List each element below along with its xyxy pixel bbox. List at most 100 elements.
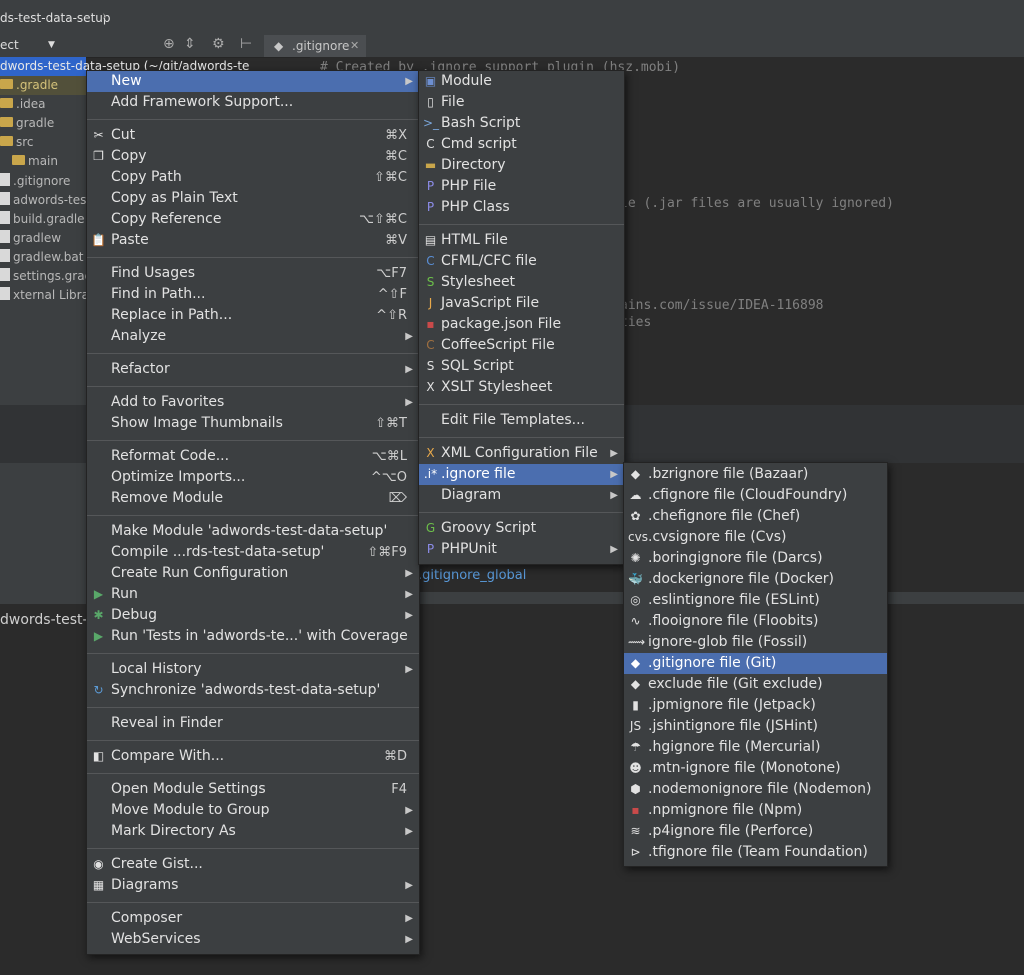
new-item-phpunit[interactable]: P PHPUnit ▶ [419, 539, 624, 560]
ignore-item-eslintignore-file-eslint[interactable]: ◎ .eslintignore file (ESLint) [624, 590, 887, 611]
ignore-item-chefignore-file-chef[interactable]: ✿ .chefignore file (Chef) [624, 506, 887, 527]
ignore-item-dockerignore-file-docker[interactable]: 🐳 .dockerignore file (Docker) [624, 569, 887, 590]
menu-item-copy-path[interactable]: Copy Path ⇧⌘C [87, 167, 419, 188]
menu-item-new[interactable]: New ▶ [87, 71, 419, 92]
new-item-directory[interactable]: ▬ Directory [419, 155, 624, 176]
menu-item-reformat-code[interactable]: Reformat Code... ⌥⌘L [87, 446, 419, 467]
menu-item-remove-module[interactable]: Remove Module ⌦ [87, 488, 419, 509]
ignore-item-hgignore-file-mercurial[interactable]: ☂ .hgignore file (Mercurial) [624, 737, 887, 758]
ignore-item-cvsignore-file-cvs[interactable]: cvs .cvsignore file (Cvs) [624, 527, 887, 548]
tree-item[interactable]: src [0, 133, 34, 152]
ignore-item-p4ignore-file-perforce[interactable]: ≋ .p4ignore file (Perforce) [624, 821, 887, 842]
tree-item[interactable]: adwords-test [0, 191, 91, 210]
tree-item[interactable]: .idea [0, 95, 46, 114]
menu-item-find-usages[interactable]: Find Usages ⌥F7 [87, 263, 419, 284]
menu-item-copy-as-plain-text[interactable]: Copy as Plain Text [87, 188, 419, 209]
menu-item-debug[interactable]: ✱ Debug ▶ [87, 605, 419, 626]
tree-item[interactable]: gradlew [0, 229, 61, 248]
tree-item[interactable]: .gitignore [0, 172, 70, 191]
ignore-item-ignore-glob-file-fossil[interactable]: ⟿ ignore-glob file (Fossil) [624, 632, 887, 653]
menu-item-reveal-in-finder[interactable]: Reveal in Finder [87, 713, 419, 734]
menu-item-synchronize-adwords-test-data-setup[interactable]: ↻ Synchronize 'adwords-test-data-setup' [87, 680, 419, 701]
tree-item[interactable]: gradle [0, 114, 54, 133]
ignore-item-flooignore-file-floobits[interactable]: ∿ .flooignore file (Floobits) [624, 611, 887, 632]
menu-item-add-framework-support[interactable]: Add Framework Support... [87, 92, 419, 113]
new-item-coffeescript-file[interactable]: C CoffeeScript File [419, 335, 624, 356]
status-link[interactable]: .gitignore_global [418, 566, 526, 586]
new-item-file[interactable]: ▯ File [419, 92, 624, 113]
new-item-groovy-script[interactable]: G Groovy Script [419, 518, 624, 539]
new-item-xml-configuration-file[interactable]: X XML Configuration File ▶ [419, 443, 624, 464]
ignore-item-boringignore-file-darcs[interactable]: ✺ .boringignore file (Darcs) [624, 548, 887, 569]
ignore-item-jshintignore-file-jshint[interactable]: JS .jshintignore file (JSHint) [624, 716, 887, 737]
menu-item-refactor[interactable]: Refactor ▶ [87, 359, 419, 380]
new-item-sql-script[interactable]: S SQL Script [419, 356, 624, 377]
project-view-selector[interactable]: ect ▼ [0, 35, 62, 55]
ignore-item-npmignore-file-npm[interactable]: ▪ .npmignore file (Npm) [624, 800, 887, 821]
gear-icon[interactable]: ⚙ [212, 36, 225, 52]
menu-item-compare-with[interactable]: ◧ Compare With... ⌘D [87, 746, 419, 767]
tree-item[interactable]: settings.grad [0, 267, 92, 286]
menu-item-add-to-favorites[interactable]: Add to Favorites ▶ [87, 392, 419, 413]
menu-item-paste[interactable]: 📋 Paste ⌘V [87, 230, 419, 251]
new-item-bash-script[interactable]: >_ Bash Script [419, 113, 624, 134]
target-icon[interactable]: ⊕ [163, 36, 175, 52]
menu-item-local-history[interactable]: Local History ▶ [87, 659, 419, 680]
breadcrumb[interactable]: ds-test-data-setup [0, 11, 111, 25]
menu-item-create-run-configuration[interactable]: Create Run Configuration ▶ [87, 563, 419, 584]
new-item-html-file[interactable]: ▤ HTML File [419, 230, 624, 251]
ignore-item-nodemonignore-file-nodemon[interactable]: ⬢ .nodemonignore file (Nodemon) [624, 779, 887, 800]
menu-item-find-in-path[interactable]: Find in Path... ^⇧F [87, 284, 419, 305]
tab-gitignore[interactable]: ◆ .gitignore ✕ [264, 35, 366, 57]
menu-item-run[interactable]: ▶ Run ▶ [87, 584, 419, 605]
menu-item-copy-reference[interactable]: Copy Reference ⌥⇧⌘C [87, 209, 419, 230]
pin-icon[interactable]: ⊢ [240, 36, 252, 52]
ignore-item-mtn-ignore-file-monotone[interactable]: ☻ .mtn-ignore file (Monotone) [624, 758, 887, 779]
new-item-php-class[interactable]: P PHP Class [419, 197, 624, 218]
ignore-item-gitignore-file-git[interactable]: ◆ .gitignore file (Git) [624, 653, 887, 674]
new-item-cfml-cfc-file[interactable]: C CFML/CFC file [419, 251, 624, 272]
tree-item[interactable]: .gradle [0, 76, 86, 95]
new-item-package-json-file[interactable]: ▪ package.json File [419, 314, 624, 335]
menu-item-run-tests-in-adwords-te-with-coverage[interactable]: ▶ Run 'Tests in 'adwords-te...' with Cove… [87, 626, 419, 647]
ignore-item-bzrignore-file-bazaar[interactable]: ◆ .bzrignore file (Bazaar) [624, 464, 887, 485]
menu-item-diagrams[interactable]: ▦ Diagrams ▶ [87, 875, 419, 896]
menu-item-open-module-settings[interactable]: Open Module Settings F4 [87, 779, 419, 800]
menu-item-replace-in-path[interactable]: Replace in Path... ^⇧R [87, 305, 419, 326]
tree-item[interactable]: build.gradle [0, 210, 85, 229]
menu-item-move-module-to-group[interactable]: Move Module to Group ▶ [87, 800, 419, 821]
new-item-php-file[interactable]: P PHP File [419, 176, 624, 197]
tree-item[interactable]: main [12, 152, 58, 171]
menu-item-cut[interactable]: ✂ Cut ⌘X [87, 125, 419, 146]
project-view-label: ect [0, 38, 19, 52]
ignore-item-jpmignore-file-jetpack[interactable]: ▮ .jpmignore file (Jetpack) [624, 695, 887, 716]
ignore-item-tfignore-file-team-foundation[interactable]: ⊳ .tfignore file (Team Foundation) [624, 842, 887, 863]
new-item-ignore-file[interactable]: .i* .ignore file ▶ [419, 464, 624, 485]
new-item-diagram[interactable]: Diagram ▶ [419, 485, 624, 506]
menu-item-composer[interactable]: Composer ▶ [87, 908, 419, 929]
menu-item-make-module-adwords-test-data-setup[interactable]: Make Module 'adwords-test-data-setup' [87, 521, 419, 542]
menu-item-label: Debug [111, 607, 158, 623]
menu-item-label: Create Gist... [111, 856, 203, 872]
new-item-module[interactable]: ▣ Module [419, 71, 624, 92]
close-icon[interactable]: ✕ [350, 35, 359, 57]
menu-item-label: Bash Script [441, 115, 521, 131]
menu-item-mark-directory-as[interactable]: Mark Directory As ▶ [87, 821, 419, 842]
new-item-cmd-script[interactable]: C Cmd script [419, 134, 624, 155]
ignore-item-cfignore-file-cloudfoundry[interactable]: ☁ .cfignore file (CloudFoundry) [624, 485, 887, 506]
new-item-xslt-stylesheet[interactable]: X XSLT Stylesheet [419, 377, 624, 398]
menu-item-analyze[interactable]: Analyze ▶ [87, 326, 419, 347]
menu-item-show-image-thumbnails[interactable]: Show Image Thumbnails ⇧⌘T [87, 413, 419, 434]
menu-item-copy[interactable]: ❐ Copy ⌘C [87, 146, 419, 167]
tree-item[interactable]: gradlew.bat [0, 248, 83, 267]
new-item-javascript-file[interactable]: J JavaScript File [419, 293, 624, 314]
tree-root[interactable]: dwords-test-data-setup (~/git/adwords-te [0, 57, 249, 76]
menu-item-compile-rds-test-data-setup[interactable]: Compile ...rds-test-data-setup' ⇧⌘F9 [87, 542, 419, 563]
menu-item-webservices[interactable]: WebServices ▶ [87, 929, 419, 950]
menu-item-optimize-imports[interactable]: Optimize Imports... ^⌥O [87, 467, 419, 488]
new-item-edit-file-templates[interactable]: Edit File Templates... [419, 410, 624, 431]
collapse-icon[interactable]: ⇕ [184, 36, 196, 52]
ignore-item-exclude-file-git-exclude[interactable]: ◆ exclude file (Git exclude) [624, 674, 887, 695]
menu-item-create-gist[interactable]: ◉ Create Gist... [87, 854, 419, 875]
new-item-stylesheet[interactable]: S Stylesheet [419, 272, 624, 293]
